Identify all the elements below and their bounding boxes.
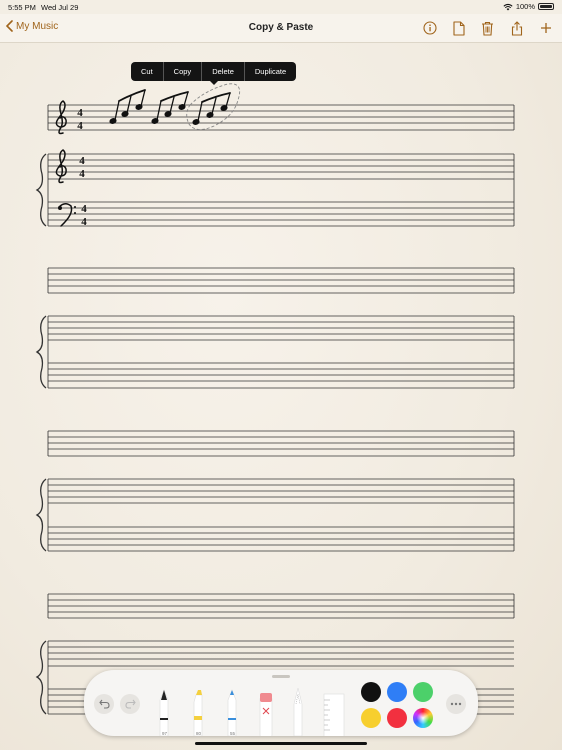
time-signature-top: 4 <box>79 155 85 167</box>
delete-menu-item[interactable]: Delete <box>201 62 244 81</box>
context-menu: Cut Copy Delete Duplicate <box>131 62 297 81</box>
redo-icon <box>124 699 136 709</box>
time-signature-top: 4 <box>81 203 87 215</box>
note-group-1[interactable] <box>109 89 146 124</box>
copy-menu-item[interactable]: Copy <box>162 62 202 81</box>
color-blue-swatch[interactable] <box>387 682 407 702</box>
pen-width-label: 97 <box>162 731 168 736</box>
ellipsis-icon <box>450 702 462 706</box>
time-signature-bottom: 4 <box>77 120 83 132</box>
color-picker-icon[interactable] <box>413 708 433 728</box>
pencil-tool[interactable] <box>227 689 237 736</box>
color-black-swatch[interactable] <box>361 682 381 702</box>
context-menu-arrow <box>209 80 219 85</box>
duplicate-menu-item[interactable]: Duplicate <box>243 62 296 81</box>
pen-tool[interactable] <box>159 689 169 736</box>
undo-button[interactable] <box>94 694 114 714</box>
pencil-width-label: 55 <box>230 731 236 736</box>
note-group-2[interactable] <box>151 91 189 124</box>
undo-icon <box>98 699 110 709</box>
tools-tray <box>159 688 345 736</box>
ruler-tool[interactable] <box>323 693 345 736</box>
marker-tool[interactable] <box>193 690 203 736</box>
drawing-toolbar: 97 80 55 <box>84 670 478 736</box>
color-green-swatch[interactable] <box>413 682 433 702</box>
cut-menu-item[interactable]: Cut <box>131 62 163 81</box>
score-canvas[interactable]: 4 4 4 4 4 4 <box>0 0 562 750</box>
color-red-swatch[interactable] <box>387 708 407 728</box>
time-signature-top: 4 <box>77 107 83 119</box>
color-yellow-swatch[interactable] <box>361 708 381 728</box>
time-signature-bottom: 4 <box>81 216 87 228</box>
staff-system-1 <box>35 104 515 227</box>
lasso-tool[interactable] <box>293 688 303 736</box>
staff-system-2 <box>35 267 515 389</box>
redo-button[interactable] <box>120 694 140 714</box>
time-signature-bottom: 4 <box>79 168 85 180</box>
more-options-button[interactable] <box>446 694 466 714</box>
eraser-tool[interactable] <box>259 693 273 736</box>
marker-width-label: 80 <box>196 731 202 736</box>
staff-system-3 <box>35 430 515 552</box>
toolbar-grabber[interactable] <box>272 675 290 678</box>
home-indicator <box>195 742 367 745</box>
